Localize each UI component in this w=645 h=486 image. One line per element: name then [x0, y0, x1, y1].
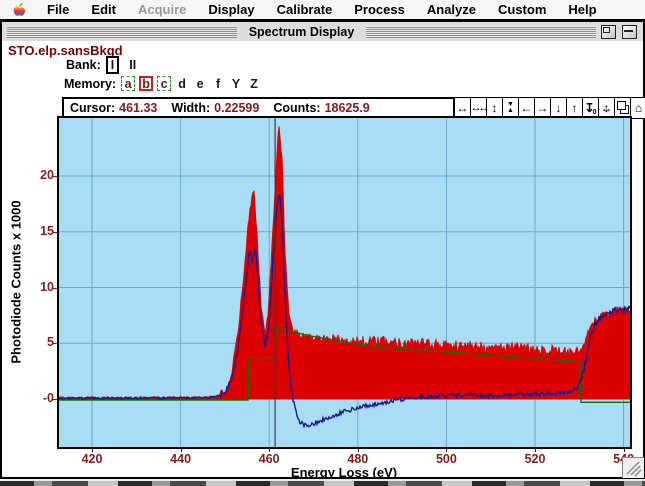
x-tick-mark	[624, 448, 625, 452]
collapse-box-icon	[624, 30, 633, 32]
cursor-label: Cursor:	[70, 101, 115, 115]
window-title: Spectrum Display	[242, 25, 362, 39]
screen: File Edit Acquire Display Calibrate Proc…	[0, 0, 645, 486]
menu-custom[interactable]: Custom	[487, 0, 557, 19]
y-tick-label: 5	[22, 335, 54, 349]
x-tick-mark	[181, 448, 182, 452]
x-tick-label: 500	[436, 452, 457, 466]
menu-help[interactable]: Help	[557, 0, 607, 19]
zoom-box-button[interactable]	[601, 25, 616, 39]
memory-slot-c[interactable]: c	[157, 76, 171, 91]
spectrum-display-window: Spectrum Display STO.elp.sansBkgd Bank: …	[0, 20, 645, 479]
y-tick-label: 10	[22, 280, 54, 294]
y-tick-mark	[52, 288, 57, 289]
y-tick-label: 20	[22, 168, 54, 182]
x-tick-mark	[446, 448, 447, 452]
titlebar-stripes-right	[366, 26, 596, 38]
memory-slot-b[interactable]: b	[139, 76, 153, 91]
bank-option-I[interactable]: I	[106, 56, 119, 74]
x-tick-label: 520	[525, 452, 546, 466]
menu-file[interactable]: File	[36, 0, 80, 19]
bank-option-II[interactable]: II	[126, 58, 139, 72]
y-tick-label: 15	[22, 224, 54, 238]
home-view-icon[interactable]: ⌂	[630, 97, 645, 119]
y-tick-mark	[52, 176, 57, 177]
counts-label: Counts:	[273, 101, 320, 115]
menu-calibrate[interactable]: Calibrate	[266, 0, 344, 19]
resize-grip[interactable]	[622, 457, 644, 478]
background-window-sliver	[0, 479, 645, 486]
y-tick-label: -0	[22, 391, 54, 405]
x-tick-label: 440	[170, 452, 191, 466]
memory-slot-d[interactable]: d	[175, 76, 189, 91]
width-label: Width:	[171, 101, 210, 115]
cursor-value: 461.33	[119, 101, 157, 115]
menu-acquire: Acquire	[127, 0, 197, 19]
series-spectrum	[59, 126, 630, 399]
memory-label: Memory:	[64, 77, 116, 91]
menu-edit[interactable]: Edit	[80, 0, 127, 19]
x-tick-label: 480	[347, 452, 368, 466]
x-tick-label: 460	[259, 452, 280, 466]
memory-slot-f[interactable]: f	[211, 76, 225, 91]
memory-row: Memory: abcdefYZ	[64, 75, 265, 92]
width-value: 0.22599	[214, 101, 259, 115]
menu-bar: File Edit Acquire Display Calibrate Proc…	[0, 0, 645, 20]
x-axis-title: Energy Loss (eV)	[291, 465, 397, 480]
y-tick-mark	[52, 343, 57, 344]
menu-display[interactable]: Display	[197, 0, 265, 19]
x-tick-label: 420	[82, 452, 103, 466]
titlebar-stripes-left	[7, 26, 237, 38]
zoom-box-icon	[603, 27, 610, 33]
x-tick-mark	[269, 448, 270, 452]
memory-slot-e[interactable]: e	[193, 76, 207, 91]
bank-row: Bank: I II	[66, 56, 146, 74]
collapse-box-button[interactable]	[622, 25, 637, 39]
menu-analyze[interactable]: Analyze	[416, 0, 487, 19]
y-tick-mark	[52, 232, 57, 233]
apple-menu-icon[interactable]	[12, 2, 26, 17]
counts-value: 18625.9	[325, 101, 370, 115]
memory-slot-Y[interactable]: Y	[229, 76, 243, 91]
bank-label: Bank:	[66, 58, 101, 72]
menu-process[interactable]: Process	[343, 0, 416, 19]
x-tick-mark	[358, 448, 359, 452]
window-title-bar[interactable]: Spectrum Display	[2, 22, 643, 42]
memory-slot-a[interactable]: a	[121, 76, 135, 91]
x-tick-mark	[535, 448, 536, 452]
window-content: STO.elp.sansBkgd Bank: I II Memory: abcd…	[2, 41, 643, 477]
x-tick-mark	[92, 448, 93, 452]
memory-slot-Z[interactable]: Z	[247, 76, 261, 91]
y-tick-mark	[52, 399, 57, 400]
spectrum-plot-area[interactable]	[57, 116, 632, 449]
